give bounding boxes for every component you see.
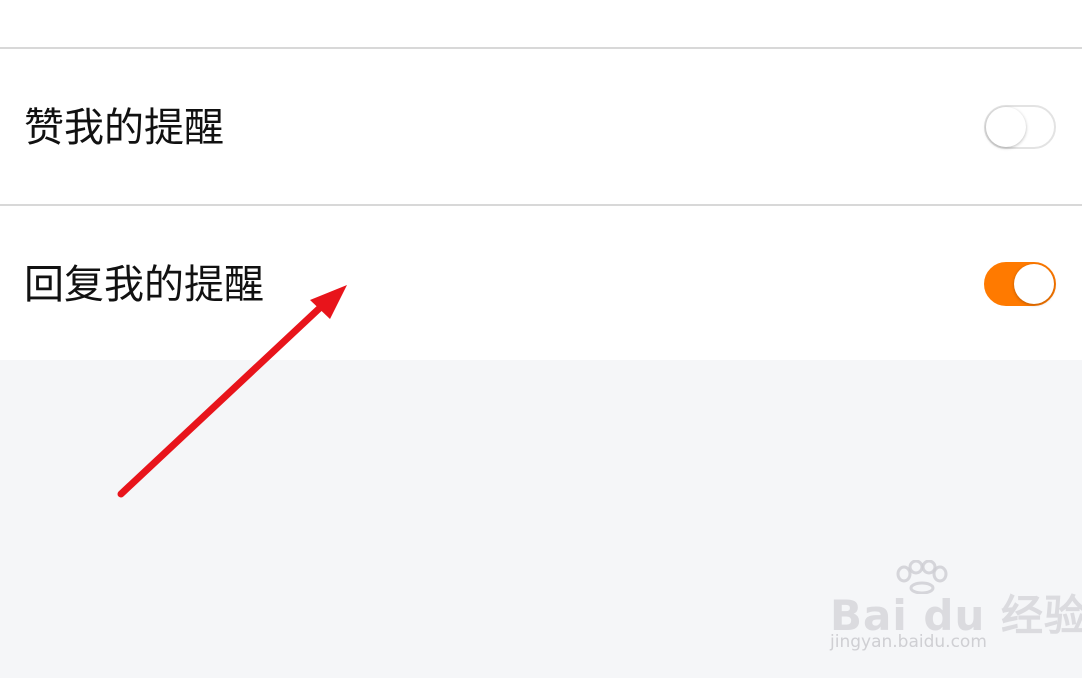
settings-panel: 赞我的提醒 回复我的提醒 (0, 0, 1082, 360)
like-reminder-toggle[interactable] (984, 105, 1056, 149)
watermark-url: jingyan.baidu.com (830, 632, 987, 652)
toggle-knob (1014, 264, 1054, 304)
toggle-knob (986, 107, 1026, 147)
setting-label-like-reminder: 赞我的提醒 (24, 105, 224, 151)
setting-label-reply-reminder: 回复我的提醒 (24, 262, 264, 308)
setting-row-like-reminder[interactable]: 赞我的提醒 (0, 49, 1082, 203)
reply-reminder-toggle[interactable] (984, 262, 1056, 306)
setting-row-reply-reminder[interactable]: 回复我的提醒 (0, 206, 1082, 360)
baidu-jingyan-watermark: Bai du 经验 jingyan.baidu.com (830, 560, 1082, 660)
